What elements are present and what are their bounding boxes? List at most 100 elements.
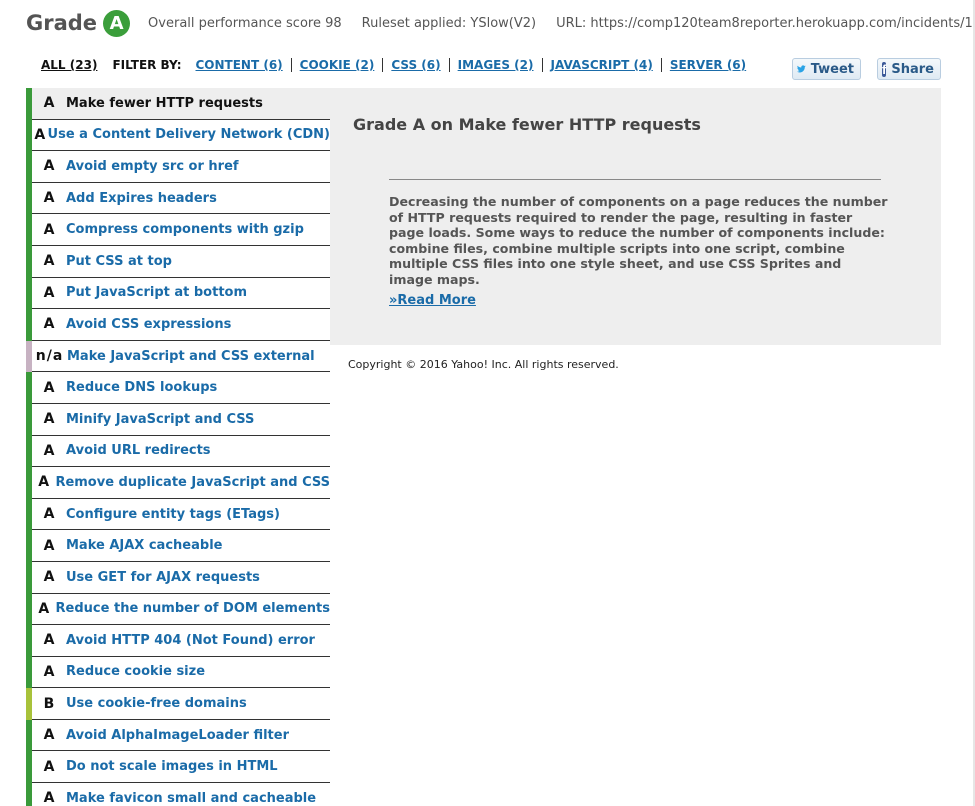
grade-color-bar <box>26 119 32 152</box>
rule-label: Minify JavaScript and CSS <box>66 411 255 427</box>
grade-color-bar <box>26 245 32 278</box>
rule-grade: B <box>43 695 55 712</box>
rule-item[interactable]: A Reduce DNS lookups <box>26 372 330 404</box>
rule-grade: A <box>43 158 55 175</box>
grade-color-bar <box>26 182 32 215</box>
rule-item[interactable]: A Minify JavaScript and CSS <box>26 403 330 436</box>
rule-item[interactable]: A Make AJAX cacheable <box>26 530 330 562</box>
filter-all-link[interactable]: ALL (23) <box>41 58 97 72</box>
rule-label: Avoid CSS expressions <box>66 316 232 332</box>
filter-javascript-link[interactable]: JAVASCRIPT (4) <box>551 58 653 72</box>
grade-color-bar <box>26 403 32 436</box>
rule-grade: A <box>43 506 55 523</box>
rule-grade: A <box>43 284 55 301</box>
grade-color-bar <box>26 561 32 594</box>
rule-label: Avoid URL redirects <box>66 443 211 459</box>
rule-label: Avoid AlphaImageLoader filter <box>66 727 289 743</box>
rule-grade: A <box>43 95 55 112</box>
rule-detail-title: Grade A on Make fewer HTTP requests <box>353 115 701 134</box>
rule-item[interactable]: A Put JavaScript at bottom <box>26 277 330 310</box>
filter-by-label: FILTER BY: <box>112 58 182 72</box>
page-url: URL: https://comp120team8reporter.heroku… <box>556 15 975 31</box>
grade-color-bar <box>26 151 32 183</box>
facebook-icon: f <box>882 61 887 77</box>
rule-grade: A <box>43 411 55 428</box>
grade-color-bar <box>26 656 32 689</box>
rule-item[interactable]: A Add Expires headers <box>26 182 330 215</box>
rule-item[interactable]: A Put CSS at top <box>26 245 330 278</box>
read-more-link[interactable]: »Read More <box>389 293 476 308</box>
rule-label: Make favicon small and cacheable <box>66 790 317 806</box>
rule-grade: A <box>43 316 55 333</box>
rule-item[interactable]: A Reduce the number of DOM elements <box>26 593 330 626</box>
rule-item[interactable]: A Avoid HTTP 404 (Not Found) error <box>26 625 330 657</box>
grade-color-bar <box>26 719 32 752</box>
grade-color-bar <box>26 783 32 806</box>
divider <box>389 179 881 180</box>
rule-grade: A <box>43 663 55 680</box>
grade-color-bar <box>26 625 32 657</box>
filter-server-link[interactable]: SERVER (6) <box>670 58 746 72</box>
rule-label: Use a Content Delivery Network (CDN) <box>47 127 330 143</box>
rule-label: Use GET for AJAX requests <box>66 569 260 585</box>
filter-divider <box>660 58 662 72</box>
share-button[interactable]: f Share <box>877 58 941 80</box>
rule-label: Make fewer HTTP requests <box>66 95 263 111</box>
rule-label: Avoid empty src or href <box>66 158 239 174</box>
filter-cookie-link[interactable]: COOKIE (2) <box>300 58 375 72</box>
rule-item[interactable]: A Compress components with gzip <box>26 214 330 246</box>
filter-divider <box>290 58 292 72</box>
rule-label: Remove duplicate JavaScript and CSS <box>55 474 330 490</box>
grade-color-bar <box>26 372 32 404</box>
grade-color-bar <box>26 214 32 246</box>
rule-item[interactable]: B Use cookie-free domains <box>26 688 330 720</box>
rule-label: Avoid HTTP 404 (Not Found) error <box>66 632 315 648</box>
ruleset-applied: Ruleset applied: YSlow(V2) <box>361 15 537 31</box>
filter-images-link[interactable]: IMAGES (2) <box>458 58 534 72</box>
filter-divider <box>541 58 543 72</box>
rule-label: Reduce the number of DOM elements <box>55 601 330 617</box>
rule-label: Reduce cookie size <box>66 664 206 680</box>
filter-css-link[interactable]: CSS (6) <box>391 58 440 72</box>
grade-color-bar <box>26 435 32 468</box>
rule-detail-description: Decreasing the number of components on a… <box>389 194 888 287</box>
rule-item[interactable]: A Use GET for AJAX requests <box>26 561 330 594</box>
rule-item[interactable]: A Do not scale images in HTML <box>26 751 330 784</box>
rule-item[interactable]: A Avoid CSS expressions <box>26 309 330 341</box>
rule-item[interactable]: A Avoid URL redirects <box>26 435 330 468</box>
rule-label: Make JavaScript and CSS external <box>67 348 315 364</box>
grade-color-bar <box>26 467 32 499</box>
rule-item[interactable]: A Avoid empty src or href <box>26 151 330 183</box>
rule-label: Use cookie-free domains <box>66 696 247 712</box>
overall-grade-label: Grade <box>26 11 98 35</box>
rule-item[interactable]: A Make favicon small and cacheable <box>26 783 330 806</box>
rule-item[interactable]: A Reduce cookie size <box>26 656 330 689</box>
rule-label: Put CSS at top <box>66 253 172 269</box>
rule-grade: A <box>43 758 55 775</box>
filter-bar: ALL (23) FILTER BY: CONTENT (6) COOKIE (… <box>41 57 746 73</box>
grade-color-bar <box>26 309 32 341</box>
rule-label: Make AJAX cacheable <box>66 538 223 554</box>
rule-item[interactable]: A Configure entity tags (ETags) <box>26 498 330 531</box>
rule-item[interactable]: A Use a Content Delivery Network (CDN) <box>26 119 330 152</box>
rule-label: Do not scale images in HTML <box>66 759 278 775</box>
rule-detail-panel: Grade A on Make fewer HTTP requests Decr… <box>330 88 941 345</box>
rule-grade: A <box>43 253 55 270</box>
filter-content-link[interactable]: CONTENT (6) <box>196 58 283 72</box>
rule-grade: A <box>43 537 55 554</box>
rule-item[interactable]: A Remove duplicate JavaScript and CSS <box>26 467 330 499</box>
tweet-button[interactable]: Tweet <box>792 58 861 80</box>
rule-item[interactable]: A Make fewer HTTP requests <box>26 88 330 120</box>
rule-item[interactable]: n/a Make JavaScript and CSS external <box>26 340 330 373</box>
copyright-notice: Copyright © 2016 Yahoo! Inc. All rights … <box>348 358 619 371</box>
tweet-label: Tweet <box>810 61 854 77</box>
grade-color-bar <box>26 498 32 531</box>
rule-grade: A <box>43 632 55 649</box>
rule-label: Put JavaScript at bottom <box>66 285 248 301</box>
rule-grade: n/a <box>35 348 64 365</box>
rule-grade: A <box>43 442 55 459</box>
rule-item[interactable]: A Avoid AlphaImageLoader filter <box>26 719 330 752</box>
twitter-bird-icon <box>797 65 806 73</box>
grade-color-bar <box>26 530 32 562</box>
rule-grade: A <box>43 190 55 207</box>
